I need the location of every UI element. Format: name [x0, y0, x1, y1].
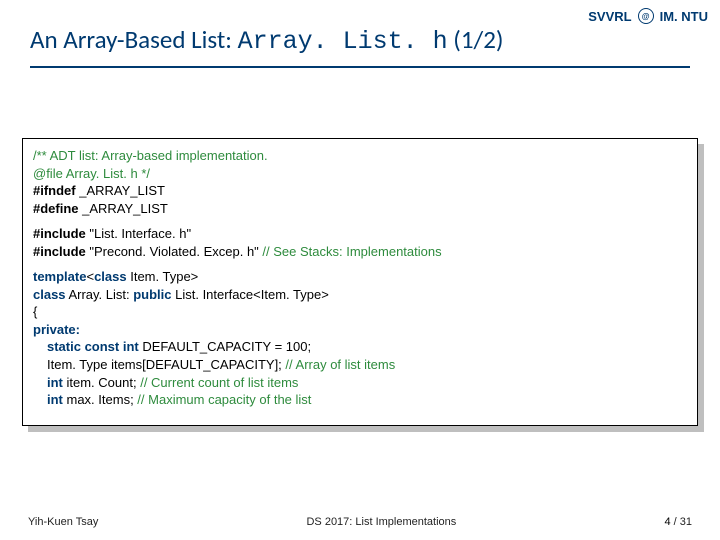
code-text: DEFAULT_CAPACITY = 100; [139, 339, 311, 354]
title-underline [30, 66, 690, 68]
keyword: #define [33, 201, 79, 216]
code-text: Item. Type> [127, 269, 199, 284]
code-text: "Precond. Violated. Excep. h" [86, 244, 263, 259]
comment: // Array of list items [285, 357, 395, 372]
title-plain-pre: An Array-Based List: [30, 24, 238, 55]
header-bar: SVVRL @ IM. NTU [588, 8, 708, 24]
code-text: _ARRAY_LIST [79, 201, 168, 216]
keyword: #include [33, 226, 86, 241]
comment: // See Stacks: Implementations [262, 244, 441, 259]
code-listing: /** ADT list: Array-based implementation… [22, 138, 698, 426]
codebox: /** ADT list: Array-based implementation… [22, 138, 698, 426]
keyword: public [133, 287, 171, 302]
title-code: Array. List. h [238, 27, 448, 56]
keyword: int [47, 392, 63, 407]
page-sep: / [671, 516, 680, 528]
code-text: Array. List: [66, 287, 134, 302]
code-text: Item. Type items[DEFAULT_CAPACITY]; [47, 357, 285, 372]
page-title: An Array-Based List: Array. List. h (1/2… [30, 24, 690, 56]
code-text: List. Interface<Item. Type> [172, 287, 329, 302]
footer-author: Yih-Kuen Tsay [28, 516, 98, 528]
keyword: class [33, 287, 66, 302]
code-text: item. Count; [63, 375, 140, 390]
code-text: max. Items; [63, 392, 137, 407]
code-block-2: #include "List. Interface. h" #include "… [33, 225, 687, 260]
code-text: "List. Interface. h" [86, 226, 191, 241]
page-number: 4 / 31 [664, 516, 692, 528]
comment: /** ADT list: Array-based implementation… [33, 148, 268, 163]
keyword: #ifndef [33, 183, 76, 198]
footer-course: DS 2017: List Implementations [306, 516, 456, 528]
comment: // Current count of list items [140, 375, 298, 390]
comment: @file Array. List. h */ [33, 166, 150, 181]
keyword: class [94, 269, 127, 284]
keyword: #include [33, 244, 86, 259]
ntu-logo-icon: @ [638, 8, 654, 24]
keyword: template [33, 269, 86, 284]
header-right: IM. NTU [660, 9, 708, 24]
comment: // Maximum capacity of the list [137, 392, 311, 407]
title-plain-post: (1/2) [448, 24, 504, 55]
footer: Yih-Kuen Tsay DS 2017: List Implementati… [0, 516, 720, 528]
code-text: { [33, 303, 687, 321]
code-block-3: template<class Item. Type> class Array. … [33, 268, 687, 408]
code-text: _ARRAY_LIST [76, 183, 165, 198]
keyword: static const int [47, 339, 139, 354]
code-block-1: /** ADT list: Array-based implementation… [33, 147, 687, 217]
keyword: private: [33, 322, 80, 337]
header-left: SVVRL [588, 9, 631, 24]
page-total: 31 [680, 516, 692, 528]
code-text: < [86, 269, 94, 284]
keyword: int [47, 375, 63, 390]
